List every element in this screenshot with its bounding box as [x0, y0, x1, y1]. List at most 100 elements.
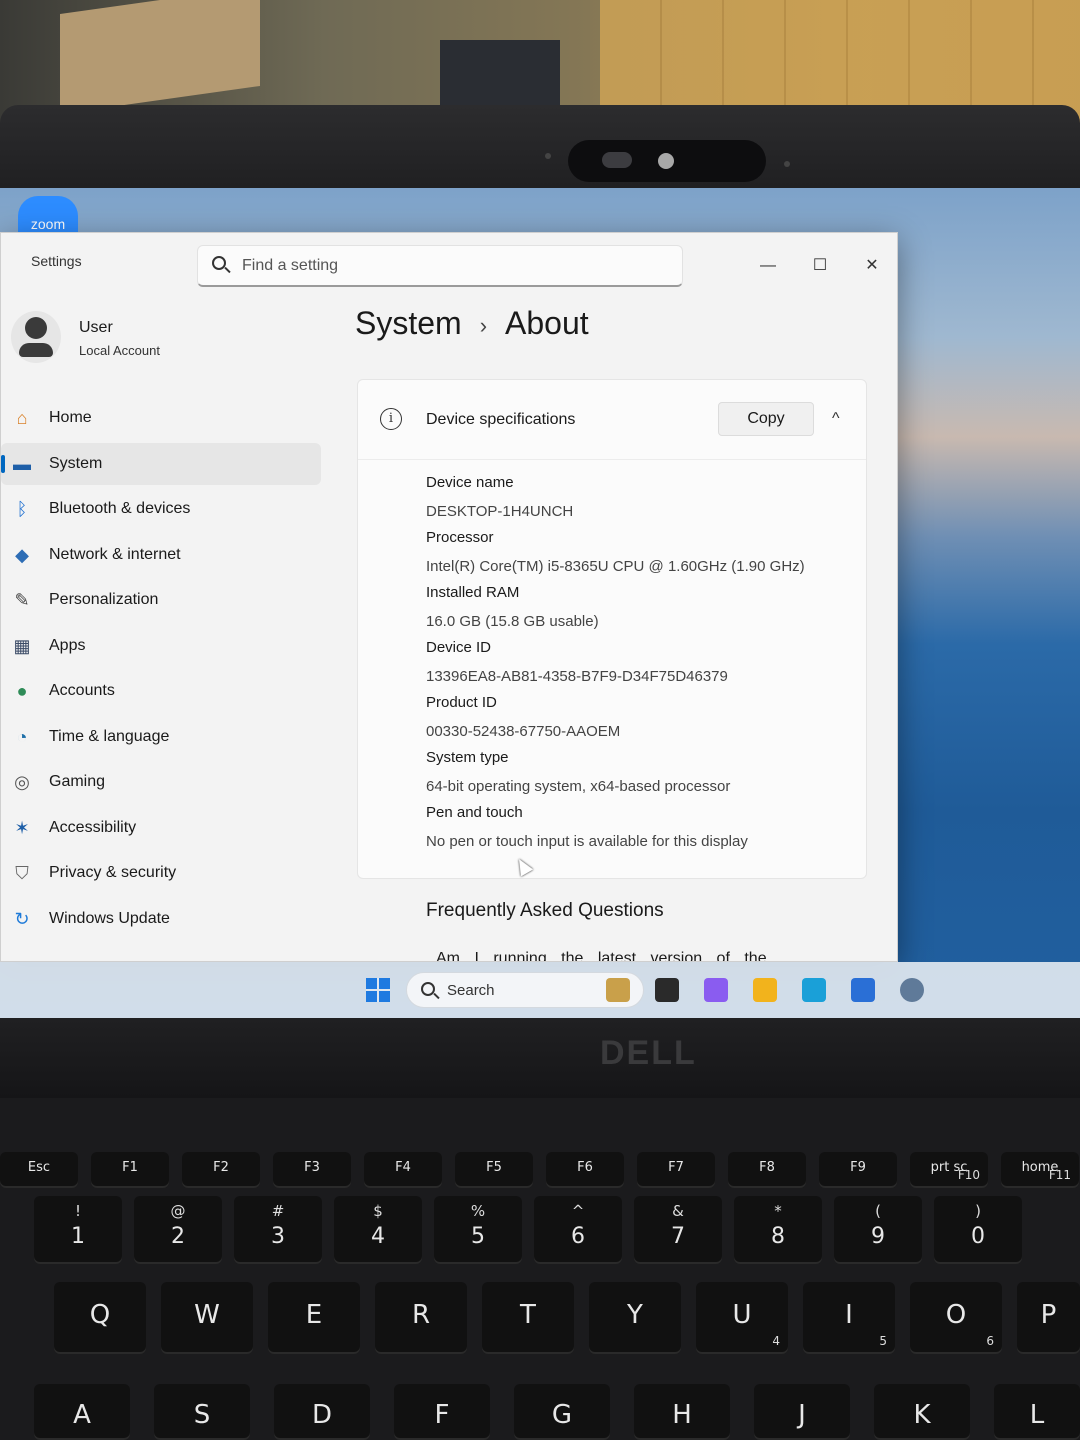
sidebar-item-windows-update[interactable]: ↻ Windows Update — [1, 898, 321, 940]
key-k[interactable]: K — [874, 1384, 970, 1440]
key-y[interactable]: Y — [589, 1282, 681, 1354]
key-e[interactable]: E — [268, 1282, 360, 1354]
key-2[interactable]: 2 @ — [134, 1196, 222, 1264]
sidebar-item-apps[interactable]: ▦ Apps — [1, 625, 321, 667]
spec-value[interactable]: No pen or touch input is available for t… — [426, 833, 748, 850]
edge-icon[interactable] — [802, 978, 826, 1002]
key-f2[interactable]: F2 — [182, 1152, 260, 1188]
key-t[interactable]: T — [482, 1282, 574, 1354]
brand-logo: DELL — [600, 1034, 697, 1072]
sidebar-item-label: Home — [49, 409, 92, 426]
key-legend: H — [672, 1400, 692, 1430]
spec-value[interactable]: Intel(R) Core(TM) i5-8365U CPU @ 1.60GHz… — [426, 558, 805, 575]
faq-question-link[interactable]: Am I running the latest version of the — [436, 950, 767, 961]
key-5[interactable]: 5% — [434, 1196, 522, 1264]
key-8[interactable]: 8 * — [734, 1196, 822, 1264]
key-sub-legend: % — [470, 1202, 486, 1220]
device-specifications-card: i Device specifications Copy ^ Device na… — [357, 379, 867, 961]
brush-icon: ✎ — [14, 590, 30, 610]
sidebar-item-personalization[interactable]: ✎ Personalization — [1, 579, 321, 621]
sidebar-item-system[interactable]: ▬ System — [1, 442, 321, 485]
sidebar-item-label: Apps — [49, 636, 86, 654]
key-prt-sc[interactable]: prt sc F10 — [910, 1152, 988, 1188]
key-f6[interactable]: F6 — [546, 1152, 624, 1188]
spec-value[interactable]: 13396EA8-AB81-4358-B7F9-D34F75D46379 — [426, 668, 728, 685]
key-p[interactable]: P — [1017, 1282, 1080, 1354]
key-f4[interactable]: F4 — [364, 1152, 442, 1188]
key-f8[interactable]: F8 — [728, 1152, 806, 1188]
store-icon[interactable] — [851, 978, 875, 1002]
key-4[interactable]: 4 $ — [334, 1196, 422, 1264]
windows-start-icon[interactable] — [366, 978, 390, 1002]
spec-label: System type — [426, 749, 509, 766]
copy-button[interactable]: Copy — [718, 402, 814, 436]
copilot-icon[interactable] — [704, 978, 728, 1002]
key-legend: D — [311, 1400, 333, 1430]
maximize-button[interactable]: ☐ — [805, 251, 835, 281]
sidebar-item-gaming[interactable]: ◎ Gaming — [1, 761, 321, 803]
spec-value[interactable]: 16.0 GB (15.8 GB usable) — [426, 613, 599, 630]
sidebar-item-network-internet[interactable]: ◆ Network & internet — [1, 534, 321, 576]
widgets-icon[interactable] — [606, 978, 630, 1002]
key-o[interactable]: O6 — [910, 1282, 1002, 1354]
settings-icon[interactable] — [900, 978, 924, 1002]
taskbar: Search — [0, 962, 1080, 1018]
spec-value[interactable]: 64-bit operating system, x64-based proce… — [426, 778, 730, 795]
search-icon — [421, 982, 435, 996]
key-legend: F3 — [304, 1160, 320, 1175]
sidebar-item-time-language[interactable]: ◔ Time & language — [1, 716, 321, 758]
key-r[interactable]: R — [375, 1282, 467, 1354]
key-f[interactable]: F — [394, 1384, 490, 1440]
settings-search[interactable] — [197, 245, 683, 287]
sidebar-item-accessibility[interactable]: ✶ Accessibility — [1, 807, 321, 849]
key-legend: S — [193, 1400, 211, 1430]
key-3[interactable]: 3 # — [234, 1196, 322, 1264]
key-9[interactable]: 9( — [834, 1196, 922, 1264]
key-0[interactable]: 0) — [934, 1196, 1022, 1264]
key-f3[interactable]: F3 — [273, 1152, 351, 1188]
key-legend: U — [732, 1300, 752, 1330]
card-header[interactable]: i Device specifications Copy ^ — [358, 380, 866, 460]
key-j[interactable]: J — [754, 1384, 850, 1440]
avatar — [11, 311, 61, 363]
file-explorer-icon[interactable] — [753, 978, 777, 1002]
sidebar-item-privacy-security[interactable]: ⛉ Privacy & security — [1, 852, 321, 894]
key-q[interactable]: Q — [54, 1282, 146, 1354]
key-6[interactable]: 6 ^ — [534, 1196, 622, 1264]
sidebar-item-accounts[interactable]: ● Accounts — [1, 670, 321, 712]
key-s[interactable]: S — [154, 1384, 250, 1440]
key-f5[interactable]: F5 — [455, 1152, 533, 1188]
key-7[interactable]: 7 & — [634, 1196, 722, 1264]
key-home[interactable]: home F11 — [1001, 1152, 1079, 1188]
chevron-up-icon[interactable]: ^ — [832, 410, 840, 428]
zoom-app-badge[interactable]: zoom — [18, 196, 78, 236]
search-input[interactable] — [242, 254, 662, 278]
task-view-icon[interactable] — [655, 978, 679, 1002]
key-esc[interactable]: Esc — [0, 1152, 78, 1188]
sidebar-item-label: Accessibility — [49, 818, 137, 836]
key-i[interactable]: I5 — [803, 1282, 895, 1354]
key-h[interactable]: H — [634, 1384, 730, 1440]
spec-value[interactable]: 00330-52438-67750-AAOEM — [426, 723, 620, 740]
minimize-button[interactable]: — — [753, 251, 783, 281]
sidebar-item-home[interactable]: ⌂ Home — [1, 397, 321, 439]
key-legend: F1 — [122, 1160, 138, 1175]
spec-value[interactable]: DESKTOP-1H4UNCH — [426, 503, 573, 520]
key-legend: Q — [89, 1300, 111, 1330]
webcam — [568, 140, 766, 182]
sidebar-item-bluetooth-devices[interactable]: ᛒ Bluetooth & devices — [1, 488, 321, 530]
key-u[interactable]: U4 — [696, 1282, 788, 1354]
key-f7[interactable]: F7 — [637, 1152, 715, 1188]
key-a[interactable]: A — [34, 1384, 130, 1440]
key-g[interactable]: G — [514, 1384, 610, 1440]
key-l[interactable]: L — [994, 1384, 1080, 1440]
key-f1[interactable]: F1 — [91, 1152, 169, 1188]
key-w[interactable]: W — [161, 1282, 253, 1354]
user-profile[interactable]: User Local Account — [11, 303, 311, 373]
key-1[interactable]: 1! — [34, 1196, 122, 1264]
close-button[interactable]: ✕ — [857, 251, 887, 281]
breadcrumb-parent[interactable]: System — [355, 305, 462, 341]
key-legend: F5 — [486, 1160, 502, 1175]
key-d[interactable]: D — [274, 1384, 370, 1440]
key-f9[interactable]: F9 — [819, 1152, 897, 1188]
